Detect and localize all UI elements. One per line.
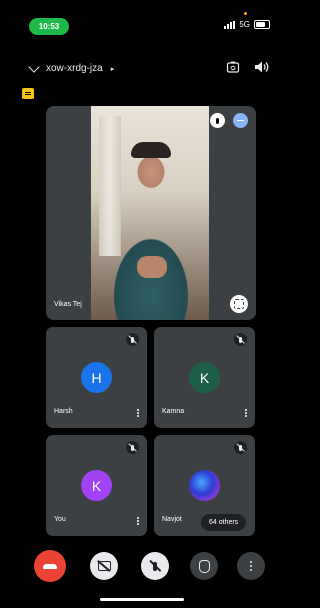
mic-off-icon	[234, 333, 247, 346]
status-time: 10:53	[29, 18, 69, 35]
participant-tile-harsh[interactable]: H Harsh	[46, 327, 147, 428]
participant-name: Harsh	[54, 408, 73, 415]
folder-icon[interactable]	[22, 88, 34, 99]
expand-icon[interactable]	[230, 295, 248, 313]
meeting-header: xow-xrdg-jza ▸	[28, 60, 115, 74]
privacy-indicator-dot	[244, 12, 247, 15]
mic-off-icon	[126, 441, 139, 454]
raise-hand-button[interactable]	[190, 552, 218, 580]
signal-icon	[224, 20, 236, 29]
avatar: H	[81, 362, 112, 393]
participant-name: Kamna	[162, 408, 185, 415]
network-label: 5G	[239, 20, 250, 29]
participant-name: Navjot	[162, 516, 182, 523]
avatar: K	[81, 470, 112, 501]
home-indicator[interactable]	[100, 598, 184, 601]
avatar: K	[189, 362, 220, 393]
participant-tile-you[interactable]: K You	[46, 435, 147, 536]
mic-icon	[210, 113, 225, 128]
participant-video	[91, 106, 209, 320]
camera-toggle-button[interactable]	[90, 552, 118, 580]
meeting-code[interactable]: xow-xrdg-jza	[46, 63, 103, 74]
status-indicators: 5G	[224, 20, 270, 29]
chevron-down-icon[interactable]	[28, 60, 40, 73]
more-options-icon[interactable]	[233, 113, 248, 128]
avatar	[189, 470, 220, 501]
mic-off-icon	[234, 441, 247, 454]
more-vertical-icon[interactable]	[245, 412, 247, 414]
speaker-icon[interactable]	[254, 60, 270, 74]
mic-off-icon	[126, 333, 139, 346]
more-vertical-icon[interactable]	[137, 520, 139, 522]
main-video-tile[interactable]: Vikas Tej	[46, 106, 256, 320]
mic-toggle-button[interactable]	[141, 552, 169, 580]
meeting-code-arrow[interactable]: ▸	[111, 65, 115, 73]
participant-tile-kamna[interactable]: K Kamna	[154, 327, 255, 428]
more-vertical-icon[interactable]	[137, 412, 139, 414]
switch-camera-icon[interactable]	[226, 60, 240, 74]
participant-tile-navjot[interactable]: Navjot 64 others	[154, 435, 255, 536]
more-options-button[interactable]	[237, 552, 265, 580]
main-tile-name: Vikas Tej	[54, 301, 82, 308]
participant-name: You	[54, 516, 66, 523]
others-count-badge[interactable]: 64 others	[201, 514, 247, 531]
end-call-button[interactable]	[34, 550, 66, 582]
battery-icon	[254, 20, 270, 29]
